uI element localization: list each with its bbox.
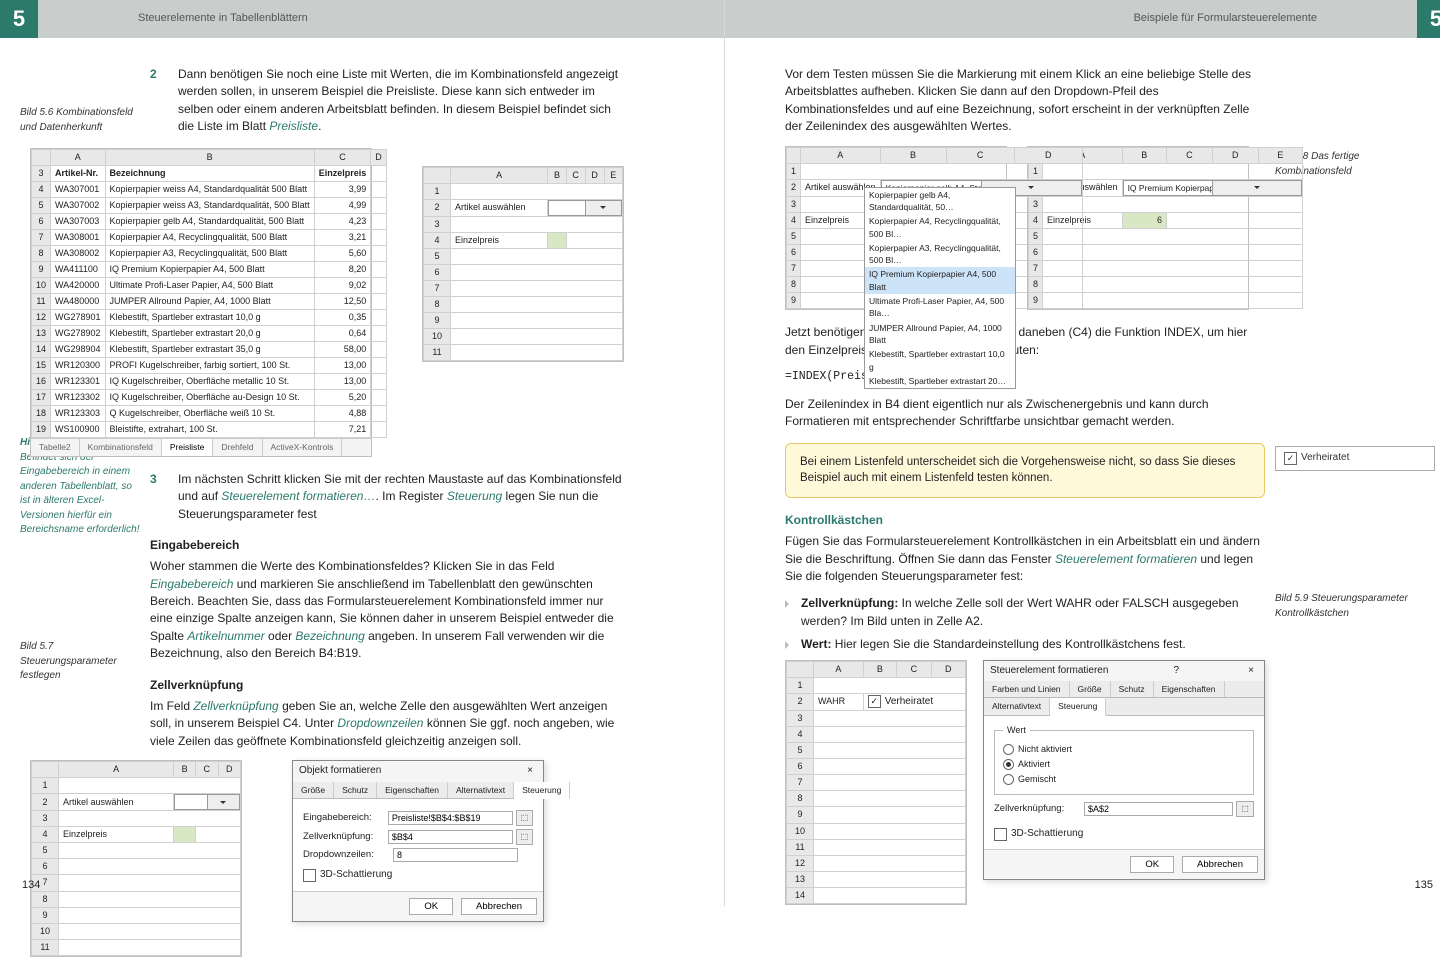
chevron-down-icon[interactable] bbox=[207, 795, 239, 809]
chevron-down-icon[interactable] bbox=[585, 201, 621, 215]
checkbox-verheiratet-sheet[interactable]: ✓ bbox=[868, 695, 881, 708]
chapter-number: 5 bbox=[1417, 0, 1440, 38]
range-picker-icon[interactable]: ⬚ bbox=[516, 810, 533, 826]
combo-box-2[interactable] bbox=[174, 794, 240, 810]
input-zellverknuepfung-2[interactable] bbox=[1084, 802, 1233, 816]
chapter-number: 5 bbox=[0, 0, 38, 38]
pricelist-sheet: A B C D 3 Artikel-Nr. Bezeichnung Einzel… bbox=[30, 148, 372, 457]
h-zell: Zellverknüpfung bbox=[150, 677, 624, 694]
p-kk: Fügen Sie das Formularsteuerelement Kont… bbox=[785, 533, 1265, 585]
close-icon[interactable]: × bbox=[523, 764, 537, 779]
dialog-tabs-top: Farben und LinienGrößeSchutzEigenschafte… bbox=[984, 681, 1264, 698]
formula: =INDEX(Preisliste!B4:C19;B4;2) bbox=[785, 369, 1265, 386]
content-left: 2 Dann benötigen Sie noch eine Liste mit… bbox=[0, 38, 724, 957]
step-2: 2 Dann benötigen Sie noch eine Liste mit… bbox=[150, 66, 624, 136]
range-picker-icon[interactable]: ⬚ bbox=[1236, 801, 1254, 817]
chevron-down-icon[interactable] bbox=[1212, 181, 1301, 195]
radio-gemischt[interactable]: Gemischt bbox=[1003, 773, 1245, 786]
dialog-tabs: GrößeSchutzEigenschaftenAlternativtextSt… bbox=[293, 782, 543, 799]
figure-5-6: A B C D 3 Artikel-Nr. Bezeichnung Einzel… bbox=[30, 148, 624, 457]
combo-dropdown[interactable]: Kopierpapier gelb A4, Standardqualität, … bbox=[864, 187, 1016, 390]
step-list-2: 3 Im nächsten Schritt klicken Sie mit de… bbox=[150, 471, 624, 523]
fieldset-wert: Wert Nicht aktiviert Aktiviert Gemischt bbox=[994, 724, 1254, 795]
step-2-text: Dann benötigen Sie noch eine Liste mit W… bbox=[178, 66, 624, 136]
bullet-zell: Zellverknüpfung: In welche Zelle soll de… bbox=[785, 595, 1265, 630]
pricelist-table: A B C D 3 Artikel-Nr. Bezeichnung Einzel… bbox=[31, 149, 387, 439]
dialog-steuerelement-formatieren: Steuerelement formatieren?× Farben und L… bbox=[983, 660, 1265, 881]
cell-index-value: 6 bbox=[1122, 213, 1166, 229]
running-head-left: Steuerelemente in Tabellenblättern bbox=[38, 0, 724, 38]
page-header: 5 Beispiele für Formularsteuerelemente bbox=[725, 0, 1440, 38]
p-eingabe: Woher stammen die Werte des Kombinations… bbox=[150, 558, 624, 662]
dialog-objekt-formatieren: Objekt formatieren × GrößeSchutzEigenscha… bbox=[292, 760, 544, 921]
figure-5-7: ABCD 1 2Artikel auswählen 3 4Einzelpreis… bbox=[30, 760, 624, 957]
step-2-number: 2 bbox=[150, 66, 157, 83]
cell-wahr: WAHR bbox=[814, 693, 864, 711]
h-eingabe: Eingabebereich bbox=[150, 537, 624, 554]
input-eingabebereich[interactable] bbox=[388, 811, 513, 825]
pricelist-rows: 4WA307001Kopierpapier weiss A4, Standard… bbox=[32, 181, 387, 438]
figure-5-8: ABCD 1 2Artikel auswählen Kopierpapier g… bbox=[785, 146, 1265, 311]
p-r2: Jetzt benötigen Sie noch in der Zelle re… bbox=[785, 324, 1265, 359]
label-artikel: Artikel auswählen bbox=[451, 199, 548, 216]
page-number-right: 135 bbox=[1415, 878, 1433, 894]
checkbox-3d[interactable] bbox=[303, 869, 316, 882]
input-dropdownzeilen[interactable] bbox=[393, 848, 518, 862]
input-zellverknuepfung[interactable] bbox=[388, 830, 513, 844]
dialog-title: Objekt formatieren bbox=[299, 764, 381, 779]
label-preis: Einzelpreis bbox=[451, 232, 548, 248]
page-number-left: 134 bbox=[22, 878, 40, 894]
link-preisliste: Preisliste bbox=[269, 119, 318, 133]
cancel-button[interactable]: Abbrechen bbox=[461, 898, 537, 915]
step-3-text: Im nächsten Schritt klicken Sie mit der … bbox=[178, 471, 624, 523]
h-kontrollkaestchen: Kontrollkästchen bbox=[785, 512, 1265, 529]
figure-5-9: ABCD 1 2WAHR ✓Verheiratet 3 4 5 6 7 8 9 … bbox=[785, 660, 1265, 905]
page-header: 5 Steuerelemente in Tabellenblättern bbox=[0, 0, 724, 38]
ok-button[interactable]: OK bbox=[409, 898, 453, 915]
page-left: 5 Steuerelemente in Tabellenblättern Bil… bbox=[0, 0, 724, 906]
combo-sheet: ABCDE 1 2Artikel auswählen 3 4Einzelprei… bbox=[422, 166, 624, 363]
ok-button[interactable]: OK bbox=[1130, 856, 1174, 873]
radio-aktiviert[interactable]: Aktiviert bbox=[1003, 758, 1245, 771]
radio-nicht-aktiviert[interactable]: Nicht aktiviert bbox=[1003, 743, 1245, 756]
combo-sheet-2: ABCD 1 2Artikel auswählen 3 4Einzelpreis… bbox=[30, 760, 242, 957]
close-icon[interactable]: × bbox=[1244, 664, 1258, 679]
content-right: Vor dem Testen müssen Sie die Markierung… bbox=[725, 38, 1440, 905]
step-list: 2 Dann benötigen Sie noch eine Liste mit… bbox=[150, 66, 624, 136]
combo-box[interactable] bbox=[548, 200, 622, 216]
checkbox-sheet: ABCD 1 2WAHR ✓Verheiratet 3 4 5 6 7 8 9 … bbox=[785, 660, 967, 905]
page-right: 5 Beispiele für Formularsteuerelemente B… bbox=[724, 0, 1440, 906]
p-zell: Im Feld Zellverknüpfung geben Sie an, we… bbox=[150, 698, 624, 750]
sheet-tabs: Tabelle2KombinationsfeldPreislisteDrehfe… bbox=[31, 438, 371, 455]
cancel-button[interactable]: Abbrechen bbox=[1182, 856, 1258, 873]
step-3-number: 3 bbox=[150, 471, 157, 488]
combo-box-result[interactable]: IQ Premium Kopierpapier A4, 500 Blatt bbox=[1123, 180, 1302, 196]
p-r3: Der Zeilenindex in B4 dient eigentlich n… bbox=[785, 396, 1265, 431]
running-head-right: Beispiele für Formularsteuerelemente bbox=[725, 0, 1417, 38]
combo-open-sheet: ABCD 1 2Artikel auswählen Kopierpapier g… bbox=[785, 146, 1007, 311]
p-r1: Vor dem Testen müssen Sie die Markierung… bbox=[785, 66, 1265, 136]
dialog-tabs-bottom: AlternativtextSteuerung bbox=[984, 698, 1264, 715]
step-3: 3 Im nächsten Schritt klicken Sie mit de… bbox=[150, 471, 624, 523]
book-spread: 5 Steuerelemente in Tabellenblättern Bil… bbox=[0, 0, 1440, 906]
note-box: Bei einem Listenfeld unterscheidet sich … bbox=[785, 443, 1265, 498]
bullet-wert: Wert: Hier legen Sie die Standardeinstel… bbox=[785, 636, 1265, 653]
col-headers: A B C D bbox=[32, 149, 387, 165]
dialog-title-2: Steuerelement formatieren bbox=[990, 664, 1108, 679]
checkbox-3d-2[interactable] bbox=[994, 828, 1007, 841]
range-picker-icon[interactable]: ⬚ bbox=[516, 829, 533, 845]
header-row: 3 Artikel-Nr. Bezeichnung Einzelpreis bbox=[32, 165, 387, 181]
